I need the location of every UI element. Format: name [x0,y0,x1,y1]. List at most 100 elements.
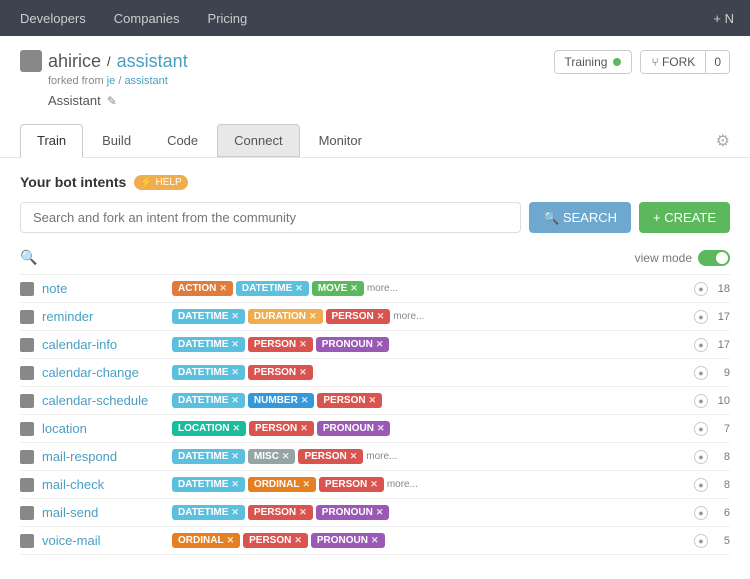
intent-count: 10 [714,395,730,407]
intent-more-tags[interactable]: more... [387,479,418,490]
intent-row: mail-sendDATETIME ✕PERSON ✕PRONOUN ✕ ● 6 [20,499,730,527]
repo-name-link[interactable]: assistant [117,51,188,72]
intent-tag[interactable]: DATETIME ✕ [236,281,309,296]
intent-tag[interactable]: ORDINAL ✕ [172,533,240,548]
intent-name[interactable]: note [42,281,172,296]
forked-repo-link[interactable]: assistant [124,75,167,87]
repo-title-row: ahirice / assistant [20,50,188,72]
intent-settings-icon[interactable]: ● [694,450,708,464]
intent-tag[interactable]: PERSON ✕ [317,393,382,408]
intent-settings-icon[interactable]: ● [694,506,708,520]
intent-name[interactable]: mail-send [42,505,172,520]
tab-monitor[interactable]: Monitor [302,124,379,157]
view-mode-switch[interactable] [698,250,730,266]
intent-count: 8 [714,451,730,463]
fork-button[interactable]: ⑂ FORK 0 [640,50,730,74]
intent-more-tags[interactable]: more... [367,283,398,294]
nav-developers[interactable]: Developers [16,11,90,26]
intent-settings-icon[interactable]: ● [694,338,708,352]
intent-more-tags[interactable]: more... [366,451,397,462]
intent-folder-icon [20,478,34,492]
intent-tag[interactable]: PRONOUN ✕ [316,337,390,352]
intent-actions: ●7 [694,422,730,436]
create-button[interactable]: + CREATE [639,202,730,233]
intent-tag[interactable]: PERSON ✕ [248,337,313,352]
tab-code[interactable]: Code [150,124,215,157]
intent-tags: LOCATION ✕PERSON ✕PRONOUN ✕ [172,421,686,436]
intent-settings-icon[interactable]: ● [694,282,708,296]
intent-tag[interactable]: DATETIME ✕ [172,449,245,464]
intent-tag[interactable]: DURATION ✕ [248,309,323,324]
intent-folder-icon [20,506,34,520]
intent-name[interactable]: calendar-change [42,365,172,380]
intent-tag[interactable]: ACTION ✕ [172,281,233,296]
intent-row: reminderDATETIME ✕DURATION ✕PERSON ✕more… [20,303,730,331]
intent-name[interactable]: calendar-info [42,337,172,352]
intent-name[interactable]: mail-check [42,477,172,492]
intent-folder-icon [20,366,34,380]
intent-more-tags[interactable]: more... [393,311,424,322]
intent-tag[interactable]: NUMBER ✕ [248,393,314,408]
help-badge[interactable]: ⚡ HELP [134,175,187,190]
tab-connect[interactable]: Connect [217,124,299,157]
intents-title: Your bot intents [20,174,126,190]
training-button[interactable]: Training [554,50,633,74]
intent-tag[interactable]: DATETIME ✕ [172,393,245,408]
nav-right: + N [713,11,734,26]
settings-icon[interactable]: ⚙ [716,131,730,151]
intent-tags: ORDINAL ✕PERSON ✕PRONOUN ✕ [172,533,686,548]
intent-tag[interactable]: PERSON ✕ [248,505,313,520]
intent-tag[interactable]: PERSON ✕ [326,309,391,324]
intent-tag[interactable]: MOVE ✕ [312,281,364,296]
forked-user-link[interactable]: je [107,75,116,87]
training-label: Training [565,55,608,69]
intent-tag[interactable]: LOCATION ✕ [172,421,246,436]
intent-name[interactable]: reminder [42,309,172,324]
intent-tag[interactable]: DATETIME ✕ [172,309,245,324]
intent-tag[interactable]: DATETIME ✕ [172,365,245,380]
intent-tag[interactable]: PERSON ✕ [243,533,308,548]
tab-build[interactable]: Build [85,124,148,157]
intent-tag[interactable]: PERSON ✕ [248,365,313,380]
intent-tag[interactable]: PRONOUN ✕ [316,505,390,520]
intent-tag[interactable]: ORDINAL ✕ [248,477,316,492]
intent-name[interactable]: location [42,421,172,436]
intent-settings-icon[interactable]: ● [694,394,708,408]
username-text: ahirice [48,51,101,72]
nav-pricing[interactable]: Pricing [204,11,252,26]
intent-folder-icon [20,394,34,408]
intent-tag[interactable]: PERSON ✕ [249,421,314,436]
intent-tags: DATETIME ✕PERSON ✕PRONOUN ✕ [172,337,686,352]
intent-settings-icon[interactable]: ● [694,422,708,436]
search-input[interactable] [20,202,521,233]
intent-tag[interactable]: DATETIME ✕ [172,505,245,520]
intent-tag[interactable]: DATETIME ✕ [172,477,245,492]
intent-row: mail-respondDATETIME ✕MISC ✕PERSON ✕more… [20,443,730,471]
tab-train[interactable]: Train [20,124,83,158]
intent-tag[interactable]: PRONOUN ✕ [317,421,391,436]
intent-tag[interactable]: DATETIME ✕ [172,337,245,352]
intent-settings-icon[interactable]: ● [694,534,708,548]
intent-count: 6 [714,507,730,519]
intent-name[interactable]: mail-respond [42,449,172,464]
fork-main-action[interactable]: ⑂ FORK [641,51,706,73]
filter-search-icon[interactable]: 🔍 [20,249,37,266]
intent-tags: DATETIME ✕MISC ✕PERSON ✕more... [172,449,686,464]
intent-name[interactable]: calendar-schedule [42,393,172,408]
intent-settings-icon[interactable]: ● [694,310,708,324]
nav-new-icon[interactable]: + N [713,11,734,26]
edit-description-icon[interactable]: ✎ [107,94,117,108]
nav-companies[interactable]: Companies [110,11,184,26]
intent-settings-icon[interactable]: ● [694,478,708,492]
intent-tag[interactable]: PERSON ✕ [319,477,384,492]
intent-tags: DATETIME ✕DURATION ✕PERSON ✕more... [172,309,686,324]
intent-settings-icon[interactable]: ● [694,366,708,380]
intents-header: Your bot intents ⚡ HELP [20,174,730,190]
repo-description: Assistant [48,93,101,108]
intent-actions: ● 10 [694,394,730,408]
intent-name[interactable]: voice-mail [42,533,172,548]
search-button[interactable]: 🔍 SEARCH [529,202,631,233]
intent-tag[interactable]: PERSON ✕ [298,449,363,464]
intent-tag[interactable]: PRONOUN ✕ [311,533,385,548]
intent-tag[interactable]: MISC ✕ [248,449,296,464]
